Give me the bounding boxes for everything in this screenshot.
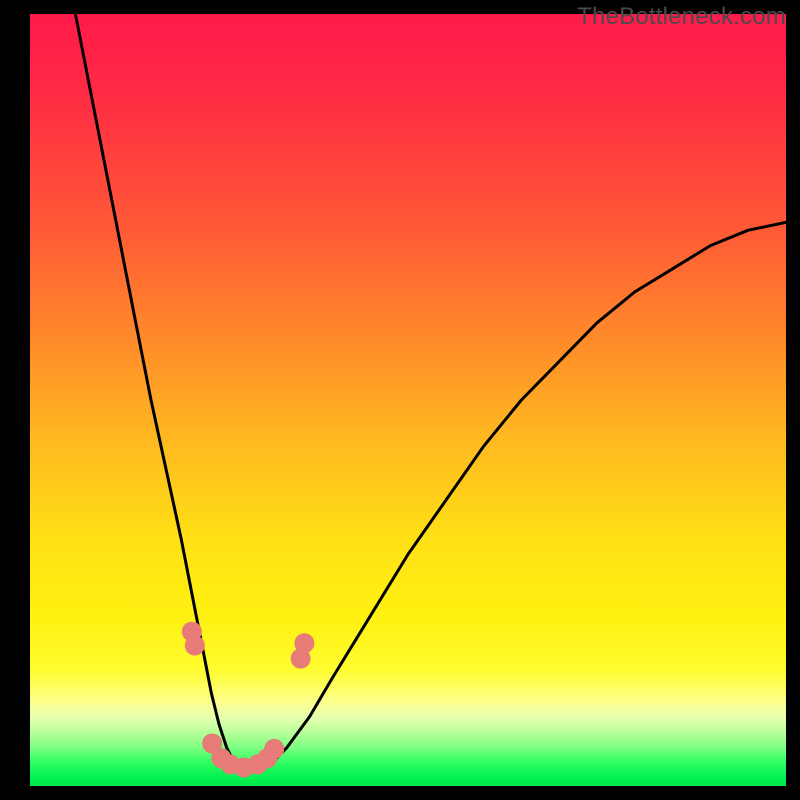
data-marker: [294, 633, 314, 653]
data-marker: [264, 739, 284, 759]
chart-svg: [30, 14, 786, 786]
watermark-text: TheBottleneck.com: [577, 3, 786, 31]
data-marker: [185, 636, 205, 656]
bottleneck-curve: [75, 14, 786, 771]
plot-area: [30, 14, 786, 786]
chart-frame: TheBottleneck.com: [0, 0, 800, 800]
marker-layer: [182, 622, 315, 778]
curve-layer: [75, 14, 786, 771]
